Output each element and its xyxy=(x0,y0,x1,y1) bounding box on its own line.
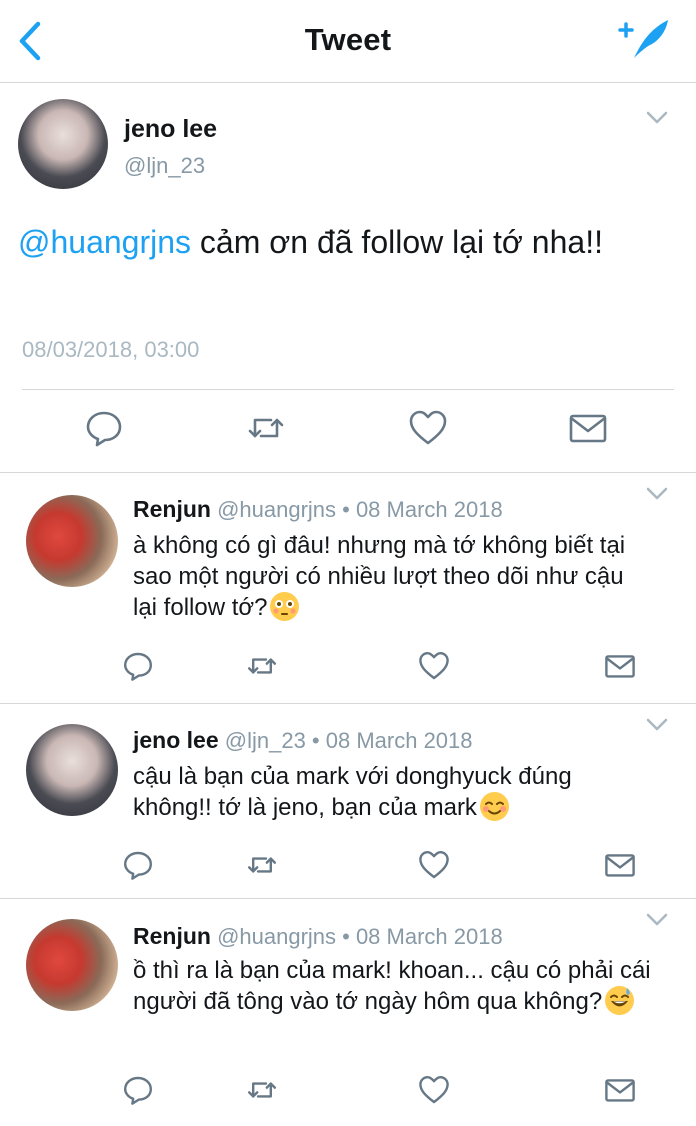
mention-link[interactable]: @huangrjns xyxy=(18,224,191,260)
reply-icon xyxy=(124,652,152,681)
reply-text: ồ thì ra là bạn của mark! khoan... cậu c… xyxy=(133,955,653,1017)
smiling-face-emoji xyxy=(479,792,509,821)
grinning-face-with-sweat-emoji xyxy=(605,986,635,1015)
reply-actions xyxy=(0,849,696,883)
heart-icon xyxy=(419,1076,449,1104)
retweet-icon xyxy=(248,1082,276,1098)
main-tweet: jeno lee @ljn_23 @huangrjns cảm ơn đã fo… xyxy=(0,83,696,473)
retweet-button[interactable] xyxy=(246,408,286,448)
message-button[interactable] xyxy=(604,650,636,682)
reply-header: Renjun @huangrjns • 08 March 2018 xyxy=(133,496,503,523)
author-meta: @huangrjns • 08 March 2018 xyxy=(210,924,503,949)
reply-body: à không có gì đâu! nhưng mà tớ không biế… xyxy=(133,532,626,621)
heart-icon xyxy=(419,851,449,879)
author-handle[interactable]: @ljn_23 xyxy=(124,153,205,179)
reply-actions xyxy=(0,1074,696,1108)
reply-button[interactable] xyxy=(122,849,154,881)
avatar[interactable] xyxy=(26,919,118,1011)
message-button[interactable] xyxy=(604,1074,636,1106)
envelope-icon xyxy=(605,854,635,877)
compose-tweet-button[interactable] xyxy=(618,16,672,62)
author-meta: @ljn_23 • 08 March 2018 xyxy=(218,728,473,753)
author-name[interactable]: jeno lee xyxy=(133,727,219,753)
author-name[interactable]: Renjun xyxy=(133,496,211,522)
author-meta: @huangrjns • 08 March 2018 xyxy=(210,497,503,522)
reply-header: Renjun @huangrjns • 08 March 2018 xyxy=(133,923,503,950)
tweet-body: cảm ơn đã follow lại tớ nha!! xyxy=(191,224,603,260)
reply-icon xyxy=(86,411,122,447)
reply-text: à không có gì đâu! nhưng mà tớ không biế… xyxy=(133,530,653,623)
like-button[interactable] xyxy=(418,650,450,682)
reply-actions xyxy=(0,650,696,684)
reply-tweet[interactable]: Renjun @huangrjns • 08 March 2018 à khôn… xyxy=(0,473,696,704)
reply-text: cậu là bạn của mark với donghyuck đúng k… xyxy=(133,761,653,823)
reply-button[interactable] xyxy=(122,1074,154,1106)
like-button[interactable] xyxy=(408,408,448,448)
envelope-icon xyxy=(605,1079,635,1102)
tweet-actions xyxy=(0,408,696,452)
heart-icon xyxy=(419,652,449,680)
chevron-down-icon[interactable] xyxy=(646,111,668,125)
reply-body: ồ thì ra là bạn của mark! khoan... cậu c… xyxy=(133,957,651,1015)
author-name[interactable]: jeno lee xyxy=(124,115,217,144)
message-button[interactable] xyxy=(604,849,636,881)
reply-button[interactable] xyxy=(84,408,124,448)
compose-feather-icon xyxy=(618,20,668,58)
retweet-button[interactable] xyxy=(246,1074,278,1106)
chevron-down-icon[interactable] xyxy=(646,718,668,732)
like-button[interactable] xyxy=(418,1074,450,1106)
page-title: Tweet xyxy=(304,22,392,57)
reply-button[interactable] xyxy=(122,650,154,682)
author-name[interactable]: Renjun xyxy=(133,923,211,949)
retweet-icon xyxy=(248,658,276,674)
top-bar: Tweet xyxy=(0,0,696,83)
retweet-button[interactable] xyxy=(246,849,278,881)
envelope-icon xyxy=(569,414,607,443)
like-button[interactable] xyxy=(418,849,450,881)
retweet-icon xyxy=(248,418,284,438)
flushed-face-emoji xyxy=(270,592,300,621)
chevron-down-icon[interactable] xyxy=(646,487,668,501)
tweet-text: @huangrjns cảm ơn đã follow lại tớ nha!! xyxy=(18,221,648,264)
heart-icon xyxy=(409,410,447,445)
reply-tweet[interactable]: jeno lee @ljn_23 • 08 March 2018 cậu là … xyxy=(0,704,696,899)
reply-icon xyxy=(124,1076,152,1105)
divider xyxy=(22,389,674,390)
retweet-button[interactable] xyxy=(246,650,278,682)
retweet-icon xyxy=(248,857,276,873)
reply-tweet[interactable]: Renjun @huangrjns • 08 March 2018 ồ thì … xyxy=(0,899,696,1126)
reply-header: jeno lee @ljn_23 • 08 March 2018 xyxy=(133,727,473,754)
avatar[interactable] xyxy=(26,495,118,587)
reply-icon xyxy=(124,851,152,880)
tweet-timestamp: 08/03/2018, 03:00 xyxy=(22,337,200,362)
avatar[interactable] xyxy=(26,724,118,816)
envelope-icon xyxy=(605,655,635,678)
message-button[interactable] xyxy=(568,408,608,448)
avatar[interactable] xyxy=(18,99,108,189)
chevron-down-icon[interactable] xyxy=(646,913,668,927)
